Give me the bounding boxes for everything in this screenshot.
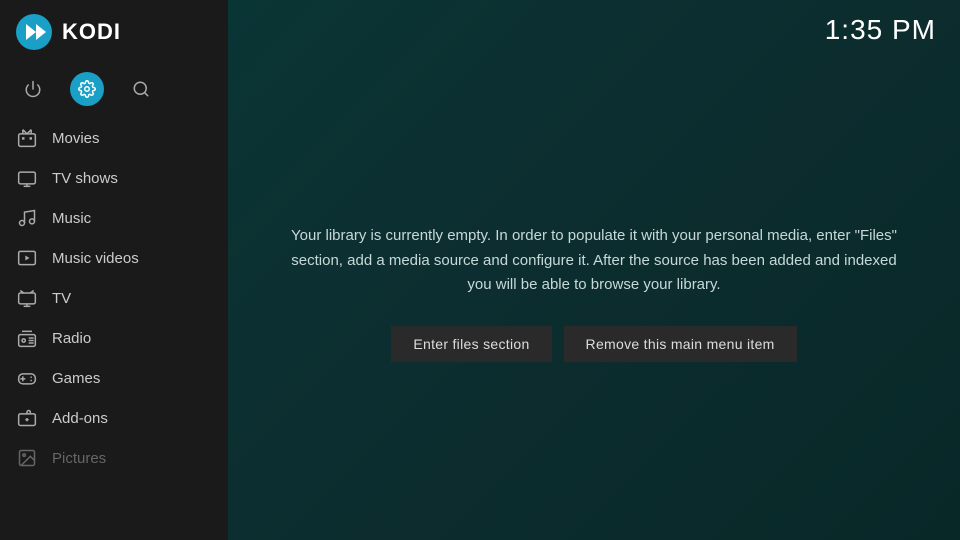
main-content: 1:35 PM Your library is currently empty.… [228, 0, 960, 540]
radio-icon [16, 327, 38, 349]
pictures-label: Pictures [52, 450, 106, 467]
sidebar-item-music[interactable]: Music [0, 198, 228, 238]
sidebar-item-games[interactable]: Games [0, 358, 228, 398]
add-ons-label: Add-ons [52, 410, 108, 427]
tv-shows-label: TV shows [52, 170, 118, 187]
sidebar-icon-bar [0, 64, 228, 118]
power-button[interactable] [16, 72, 50, 106]
sidebar-item-tv-shows[interactable]: TV shows [0, 158, 228, 198]
radio-label: Radio [52, 330, 91, 347]
action-buttons: Enter files section Remove this main men… [288, 326, 900, 362]
content-area: Your library is currently empty. In orde… [228, 46, 960, 540]
clock-display: 1:35 PM [825, 14, 936, 46]
top-bar: 1:35 PM [228, 0, 960, 46]
enter-files-button[interactable]: Enter files section [391, 326, 551, 362]
sidebar-item-add-ons[interactable]: Add-ons [0, 398, 228, 438]
sidebar: KODI [0, 0, 228, 540]
library-empty-text: Your library is currently empty. In orde… [288, 224, 900, 298]
music-label: Music [52, 210, 91, 227]
sidebar-item-music-videos[interactable]: Music videos [0, 238, 228, 278]
tv-label: TV [52, 290, 71, 307]
remove-menu-item-button[interactable]: Remove this main menu item [564, 326, 797, 362]
music-videos-icon [16, 247, 38, 269]
games-icon [16, 367, 38, 389]
music-icon [16, 207, 38, 229]
app-name: KODI [62, 19, 121, 45]
kodi-logo-icon [16, 14, 52, 50]
tv-shows-icon [16, 167, 38, 189]
library-message-panel: Your library is currently empty. In orde… [288, 224, 900, 362]
sidebar-item-tv[interactable]: TV [0, 278, 228, 318]
sidebar-item-radio[interactable]: Radio [0, 318, 228, 358]
movies-label: Movies [52, 130, 100, 147]
add-ons-icon [16, 407, 38, 429]
pictures-icon [16, 447, 38, 469]
sidebar-item-movies[interactable]: Movies [0, 118, 228, 158]
tv-icon [16, 287, 38, 309]
search-button[interactable] [124, 72, 158, 106]
games-label: Games [52, 370, 100, 387]
sidebar-nav: Movies TV shows Music [0, 118, 228, 540]
settings-button[interactable] [70, 72, 104, 106]
movies-icon [16, 127, 38, 149]
music-videos-label: Music videos [52, 250, 139, 267]
sidebar-header: KODI [0, 0, 228, 64]
sidebar-item-pictures[interactable]: Pictures [0, 438, 228, 478]
